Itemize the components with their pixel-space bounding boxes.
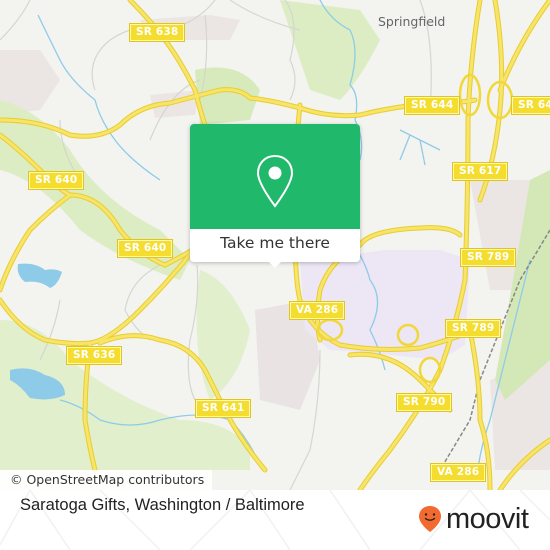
road-shield-sr789: SR 789	[444, 319, 502, 338]
place-label-springfield: Springfield	[378, 14, 446, 29]
road-shield-sr640: SR 640	[116, 239, 174, 258]
lake	[17, 263, 62, 288]
road-shield-sr790: SR 790	[395, 393, 453, 412]
road-shield-sr640: SR 640	[27, 171, 85, 190]
road-shield-sr644: SR 644	[403, 96, 461, 115]
brand-name: moovit	[446, 503, 529, 535]
map-view[interactable]: Springfield SR 638 SR 644 SR 644 SR 640 …	[0, 0, 550, 490]
road-shield-va286: VA 286	[429, 463, 487, 482]
road-shield-sr636: SR 636	[65, 346, 123, 365]
road-shield-sr638: SR 638	[128, 23, 186, 42]
road-shield-sr644: SR 644	[510, 96, 550, 115]
popup-pointer	[267, 260, 283, 268]
road-shield-sr789: SR 789	[459, 248, 517, 267]
moovit-pin-icon	[419, 506, 441, 532]
road-shield-sr641: SR 641	[194, 399, 252, 418]
take-me-there-popup[interactable]: Take me there	[190, 124, 360, 268]
road-shield-sr617: SR 617	[451, 162, 509, 181]
road-shield-va286: VA 286	[288, 301, 346, 320]
place-title: Saratoga Gifts, Washington / Baltimore	[20, 496, 305, 514]
park-area	[196, 270, 250, 400]
popup-header	[190, 124, 360, 229]
moovit-logo[interactable]: moovit	[418, 503, 529, 535]
take-me-there-button[interactable]: Take me there	[190, 229, 360, 262]
map-pin-icon	[256, 154, 294, 208]
